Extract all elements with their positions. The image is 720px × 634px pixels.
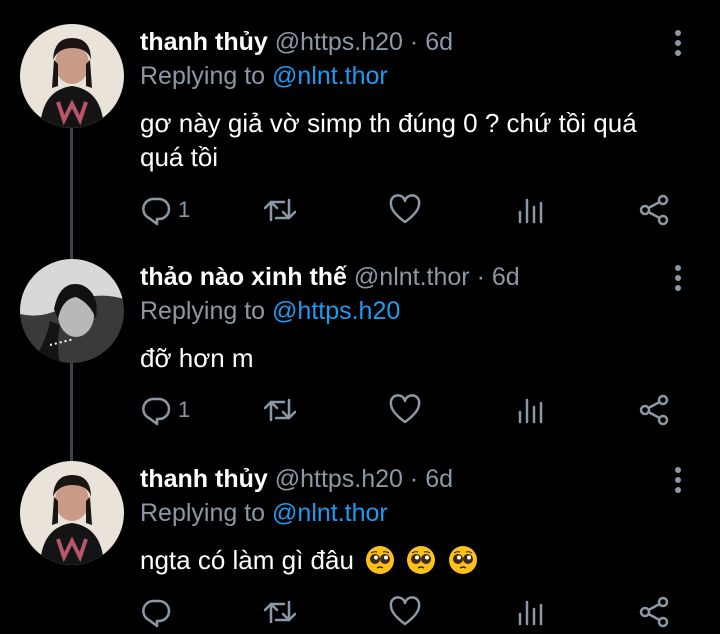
timestamp[interactable]: 6d	[492, 263, 520, 291]
separator-dot: ·	[409, 28, 419, 56]
retweet-button[interactable]	[262, 193, 298, 227]
like-button[interactable]	[388, 193, 422, 227]
user-handle[interactable]: @https.h20	[275, 465, 403, 493]
tweet-text: đỡ hơn m	[140, 343, 254, 373]
stats-icon	[518, 198, 543, 224]
replying-to-label: Replying to	[140, 297, 266, 325]
timestamp[interactable]: 6d	[425, 465, 453, 493]
retweet-button[interactable]	[262, 393, 298, 427]
reply-count: 1	[178, 397, 191, 422]
retweet-icon	[263, 198, 297, 222]
replying-to: Replying to @nlnt.thor	[140, 62, 388, 91]
reply-button[interactable]	[140, 595, 178, 629]
replying-to: Replying to @https.h20	[140, 297, 400, 326]
more-vertical-icon[interactable]	[670, 263, 686, 293]
heart-icon	[389, 194, 421, 224]
share-icon	[639, 394, 669, 426]
share-button[interactable]	[637, 595, 671, 629]
tweet-header: thanh thủy @https.h20 · 6d	[140, 28, 453, 57]
reply-count: 1	[178, 197, 191, 222]
replying-to-label: Replying to	[140, 499, 266, 527]
user-handle[interactable]: @https.h20	[275, 28, 403, 56]
stats-button[interactable]	[516, 595, 546, 629]
action-bar: 1	[140, 393, 680, 427]
more-vertical-icon[interactable]	[670, 465, 686, 495]
display-name[interactable]: thanh thủy	[140, 465, 268, 493]
share-icon	[639, 194, 669, 226]
separator-dot: ·	[476, 263, 485, 291]
pleading-face-icon	[448, 546, 477, 574]
share-button[interactable]	[637, 393, 671, 427]
tweet[interactable]: thảo nào xinh thế @nlnt.thor · 6d Replyi…	[0, 235, 720, 455]
pleading-face-icon	[407, 546, 436, 574]
heart-icon	[389, 596, 421, 626]
retweet-icon	[263, 398, 297, 422]
stats-button[interactable]	[516, 393, 546, 427]
avatar[interactable]	[20, 461, 124, 565]
replying-to-handle[interactable]: @nlnt.thor	[272, 62, 388, 90]
stats-button[interactable]	[516, 193, 546, 227]
stats-icon	[518, 398, 543, 424]
replying-to: Replying to @nlnt.thor	[140, 499, 388, 528]
stats-icon	[518, 600, 543, 626]
reply-icon	[142, 397, 171, 426]
tweet-header: thảo nào xinh thế @nlnt.thor · 6d	[140, 263, 520, 292]
avatar[interactable]	[20, 259, 124, 363]
more-vertical-icon[interactable]	[670, 28, 686, 58]
reply-button[interactable]: 1	[140, 193, 190, 227]
share-icon	[639, 596, 669, 628]
reply-button[interactable]: 1	[140, 393, 190, 427]
replying-to-handle[interactable]: @nlnt.thor	[272, 499, 388, 527]
reply-icon	[142, 197, 171, 226]
avatar[interactable]	[20, 24, 124, 128]
share-button[interactable]	[637, 193, 671, 227]
separator-dot: ·	[409, 465, 419, 493]
tweet[interactable]: thanh thủy @https.h20 · 6d Replying to @…	[0, 437, 720, 634]
tweet-header: thanh thủy @https.h20 · 6d	[140, 465, 453, 494]
timestamp[interactable]: 6d	[425, 28, 453, 56]
action-bar	[140, 595, 680, 629]
pleading-face-icon	[366, 546, 395, 574]
retweet-icon	[263, 600, 297, 624]
replying-to-label: Replying to	[140, 62, 266, 90]
replying-to-handle[interactable]: @https.h20	[272, 297, 400, 325]
tweet-text: gơ này giả vờ simp th đúng 0 ? chứ tồi q…	[140, 108, 637, 172]
reply-icon	[142, 599, 171, 628]
like-button[interactable]	[388, 595, 422, 629]
display-name[interactable]: thảo nào xinh thế	[140, 263, 347, 291]
tweet-text-content: ngta có làm gì đâu	[140, 545, 354, 575]
user-handle[interactable]: @nlnt.thor	[354, 263, 470, 291]
tweet-text: ngta có làm gì đâu	[140, 543, 685, 577]
display-name[interactable]: thanh thủy	[140, 28, 268, 56]
tweet[interactable]: thanh thủy @https.h20 · 6d Replying to @…	[0, 0, 720, 240]
heart-icon	[389, 394, 421, 424]
retweet-button[interactable]	[262, 595, 298, 629]
like-button[interactable]	[388, 393, 422, 427]
action-bar: 1	[140, 193, 680, 227]
